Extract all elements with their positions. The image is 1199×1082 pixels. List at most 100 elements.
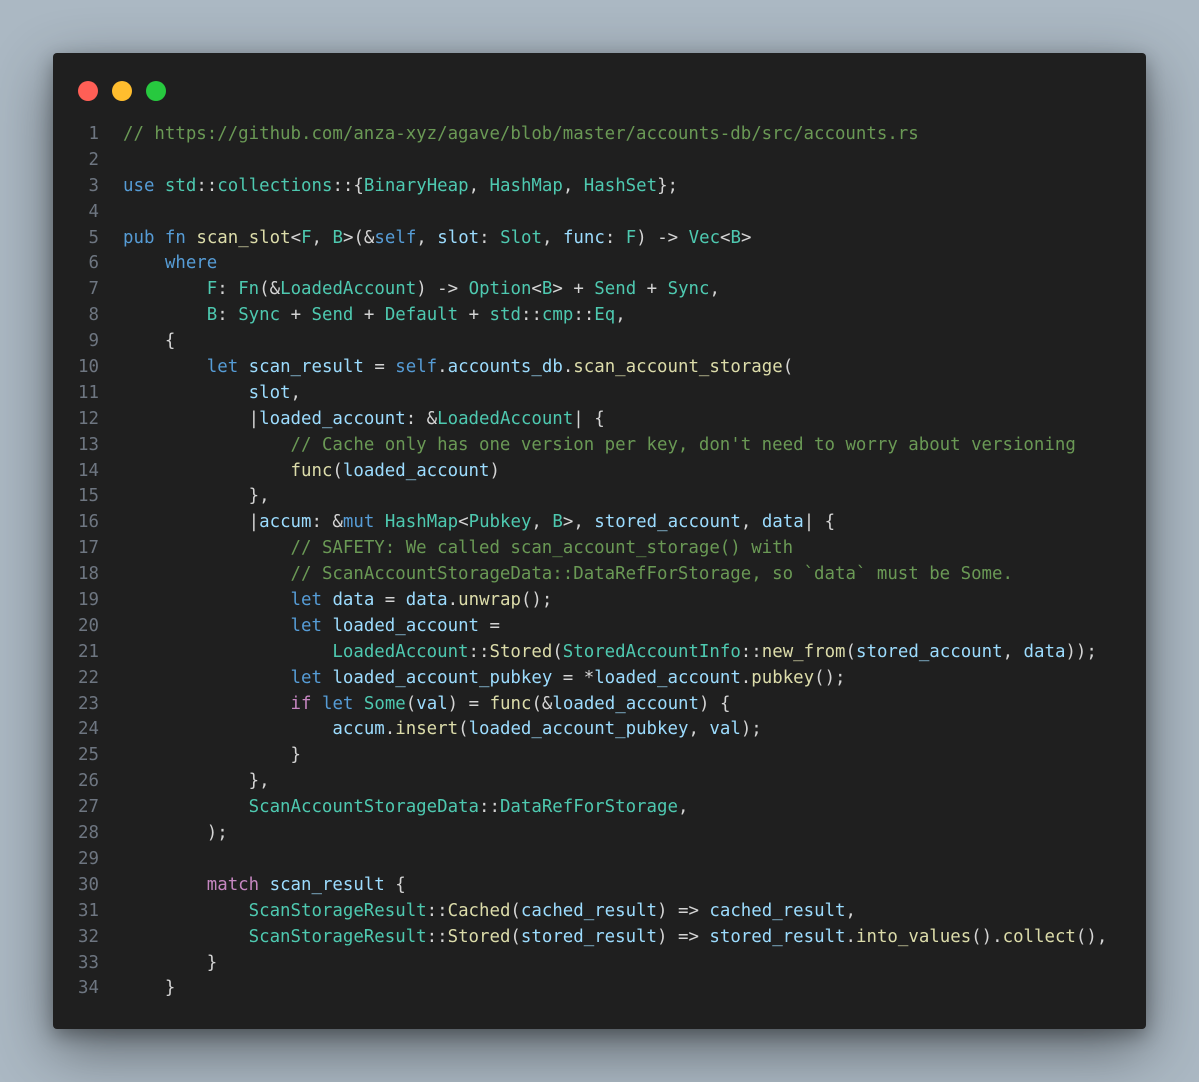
code-line: 25 } (53, 743, 1146, 769)
code-token: ScanAccountStorageData (248, 797, 479, 818)
code-token: loaded_account (342, 460, 490, 481)
code-token: , (740, 512, 762, 533)
code-text: }, (123, 484, 270, 510)
line-number: 6 (88, 253, 99, 274)
code-text: ScanStorageResult::Cached(cached_result)… (123, 899, 856, 925)
code-token: :: (426, 900, 448, 921)
code-token: let (321, 693, 354, 714)
code-token: into_values (856, 926, 972, 947)
code-token: ) => (657, 926, 710, 947)
code-token: { (123, 331, 176, 352)
code-line: 3 use std::collections::{BinaryHeap, Hash… (53, 174, 1146, 200)
line-number: 18 (78, 564, 99, 585)
close-dot-icon[interactable] (78, 81, 98, 101)
code-token: ) = (447, 693, 490, 714)
code-token: Send (311, 305, 354, 326)
code-token: Eq (594, 305, 616, 326)
code-token: , (1002, 641, 1024, 662)
code-text: let loaded_account_pubkey = *loaded_acco… (123, 666, 846, 692)
code-token: ( (405, 693, 417, 714)
code-token: ( (552, 641, 563, 662)
code-line: 10 let scan_result = self.accounts_db.sc… (53, 355, 1146, 381)
code-line: 8 B: Sync + Send + Default + std::cmp::E… (53, 303, 1146, 329)
code-token: ) => (657, 900, 710, 921)
line-number: 9 (88, 331, 99, 352)
code-token: >, (562, 512, 595, 533)
code-token: Fn (238, 279, 260, 300)
code-text: F: Fn(&LoadedAccount) -> Option<B> + Sen… (123, 277, 720, 303)
code-token: }; (657, 175, 679, 196)
code-token: Slot (500, 227, 542, 248)
line-number: 33 (78, 952, 99, 973)
code-token: = (363, 357, 396, 378)
code-token: // SAFETY: We called scan_account_storag… (290, 538, 794, 559)
code-token: :: (196, 175, 218, 196)
code-text: }, (123, 769, 270, 795)
code-token: self (395, 357, 438, 378)
line-number: 5 (88, 227, 99, 248)
minimize-dot-icon[interactable] (112, 81, 132, 101)
code-token: HashSet (583, 175, 658, 196)
code-token: | (123, 408, 260, 429)
code-token: HashMap (384, 512, 459, 533)
code-token: (), (1075, 926, 1108, 947)
code-token: loaded_account (259, 408, 406, 429)
code-token: , (531, 512, 553, 533)
code-line: 27 ScanAccountStorageData::DataRefForSto… (53, 795, 1146, 821)
line-number: 20 (78, 615, 99, 636)
code-token: ( (458, 719, 469, 740)
line-number: 27 (78, 797, 99, 818)
line-number: 32 (78, 926, 99, 947)
code-token: mut (342, 512, 375, 533)
code-token: stored_account (594, 512, 741, 533)
code-token: Cached (447, 900, 511, 921)
code-token: . (437, 357, 448, 378)
code-text: } (123, 976, 175, 1002)
code-text: let data = data.unwrap(); (123, 588, 553, 614)
code-token: } (123, 952, 218, 973)
code-token: } (123, 978, 176, 999)
code-token: ScanStorageResult (248, 900, 427, 921)
code-token: , (468, 175, 490, 196)
code-token: StoredAccountInfo (562, 641, 741, 662)
code-token: + (636, 279, 668, 300)
code-token: collect (1002, 926, 1076, 947)
code-token: , (677, 797, 689, 818)
code-token: :: (426, 926, 448, 947)
code-token: val (709, 719, 741, 740)
code-line: 5 pub fn scan_slot<F, B>(&self, slot: Slo… (53, 226, 1146, 252)
code-token: stored_result (709, 926, 846, 947)
code-line: 22 let loaded_account_pubkey = *loaded_a… (53, 666, 1146, 692)
code-text: ScanStorageResult::Stored(stored_result)… (123, 925, 1108, 951)
code-token: BinaryHeap (363, 175, 469, 196)
code-token: = (479, 615, 500, 636)
code-token: Some (363, 693, 406, 714)
code-line: 17 // SAFETY: We called scan_account_sto… (53, 536, 1146, 562)
line-number: 8 (88, 305, 99, 326)
code-token: std (164, 175, 197, 196)
code-token: fn (164, 227, 186, 248)
code-token: , (845, 900, 856, 921)
code-token: loaded_account_pubkey (468, 719, 689, 740)
code-line: 26 }, (53, 769, 1146, 795)
code-token: ScanStorageResult (248, 926, 427, 947)
line-number: 30 (78, 874, 99, 895)
line-number: 7 (88, 279, 99, 300)
code-text: ScanAccountStorageData::DataRefForStorag… (123, 795, 689, 821)
line-number: 29 (78, 848, 99, 869)
maximize-dot-icon[interactable] (146, 81, 166, 101)
code-token: accum (332, 719, 385, 740)
code-token: ); (740, 719, 762, 740)
code-token: B (552, 512, 563, 533)
line-number: 16 (78, 512, 99, 533)
code-line: 24 accum.insert(loaded_account_pubkey, v… (53, 717, 1146, 743)
